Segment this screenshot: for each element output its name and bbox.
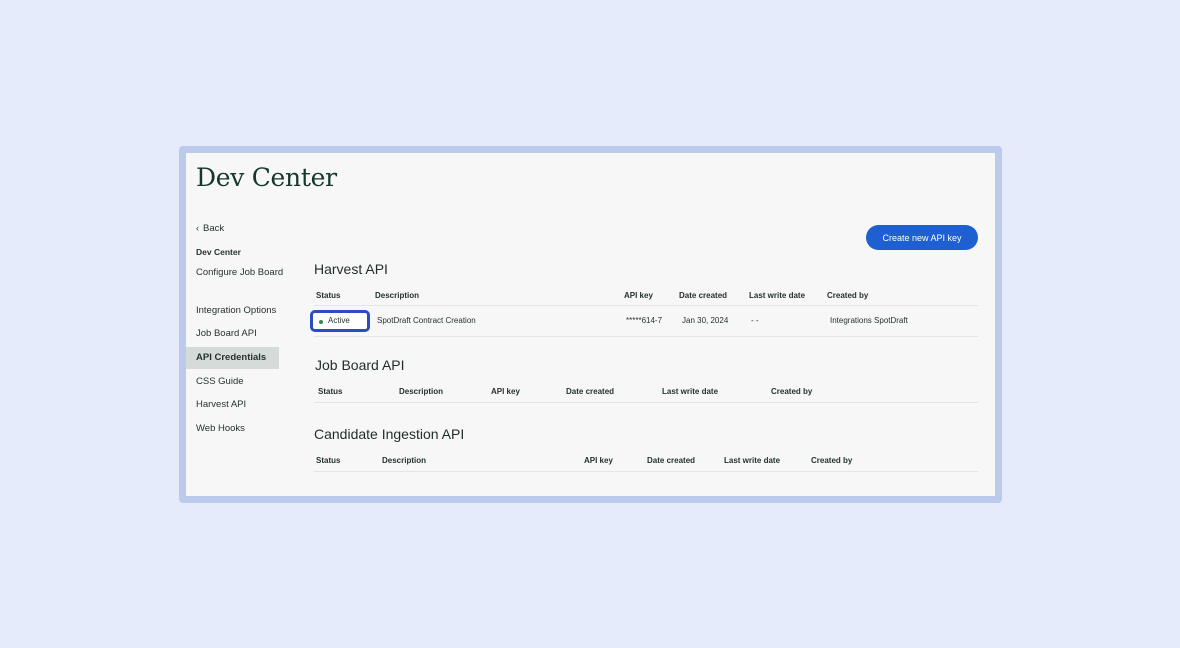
create-api-key-button[interactable]: Create new API key (866, 225, 978, 250)
col-header-created-by: Created by (827, 291, 869, 300)
col-header-date-created: Date created (679, 291, 728, 300)
cell-description: SpotDraft Contract Creation (377, 316, 476, 325)
col-header-last-write-date: Last write date (749, 291, 806, 300)
dev-center-panel: Dev Center ‹ Back Dev Center Configure Jo… (186, 153, 995, 496)
chevron-left-icon: ‹ (196, 223, 199, 233)
col-header-status: Status (318, 387, 343, 396)
sidebar-item-job-board-api[interactable]: Job Board API (196, 327, 288, 341)
cell-api-key: *****614-7 (626, 316, 663, 325)
cell-date-created: Jan 30, 2024 (682, 316, 729, 325)
row-divider (314, 336, 978, 337)
row-divider (314, 402, 978, 403)
col-header-created-by: Created by (771, 387, 813, 396)
cell-last-write-date: - - (751, 316, 759, 325)
sidebar-item-api-credentials[interactable]: API Credentials (186, 347, 279, 369)
col-header-api-key: API key (624, 291, 653, 300)
col-header-api-key: API key (584, 456, 613, 465)
active-status-dot (319, 320, 323, 324)
back-label: Back (203, 223, 225, 234)
sidebar-item-css-guide[interactable]: CSS Guide (196, 375, 288, 389)
section-title-harvest-api: Harvest API (314, 261, 388, 277)
sidebar-item-configure-job-board[interactable]: Configure Job Board (196, 266, 288, 280)
col-header-date-created: Date created (566, 387, 615, 396)
col-header-description: Description (375, 291, 420, 300)
sidebar-heading: Dev Center (196, 247, 241, 257)
row-divider (314, 305, 978, 306)
status-text: Active (328, 316, 350, 325)
col-header-date-created: Date created (647, 456, 696, 465)
cell-created-by: Integrations SpotDraft (830, 316, 908, 325)
sidebar-item-harvest-api[interactable]: Harvest API (196, 398, 288, 412)
sidebar-item-integration-options[interactable]: Integration Options (196, 304, 288, 318)
col-header-api-key: API key (491, 387, 520, 396)
status-badge[interactable]: Active (310, 310, 370, 332)
sidebar: ‹ Back Dev Center Configure Job Board Int… (186, 153, 289, 496)
col-header-status: Status (316, 291, 341, 300)
section-title-candidate-ingestion-api: Candidate Ingestion API (314, 426, 465, 442)
col-header-created-by: Created by (811, 456, 853, 465)
col-header-last-write-date: Last write date (724, 456, 781, 465)
section-title-job-board-api: Job Board API (315, 357, 405, 373)
col-header-status: Status (316, 456, 341, 465)
row-divider (314, 471, 978, 472)
back-link[interactable]: ‹ Back (196, 221, 224, 236)
col-header-description: Description (382, 456, 427, 465)
col-header-description: Description (399, 387, 444, 396)
sidebar-item-web-hooks[interactable]: Web Hooks (196, 422, 288, 436)
col-header-last-write-date: Last write date (662, 387, 719, 396)
